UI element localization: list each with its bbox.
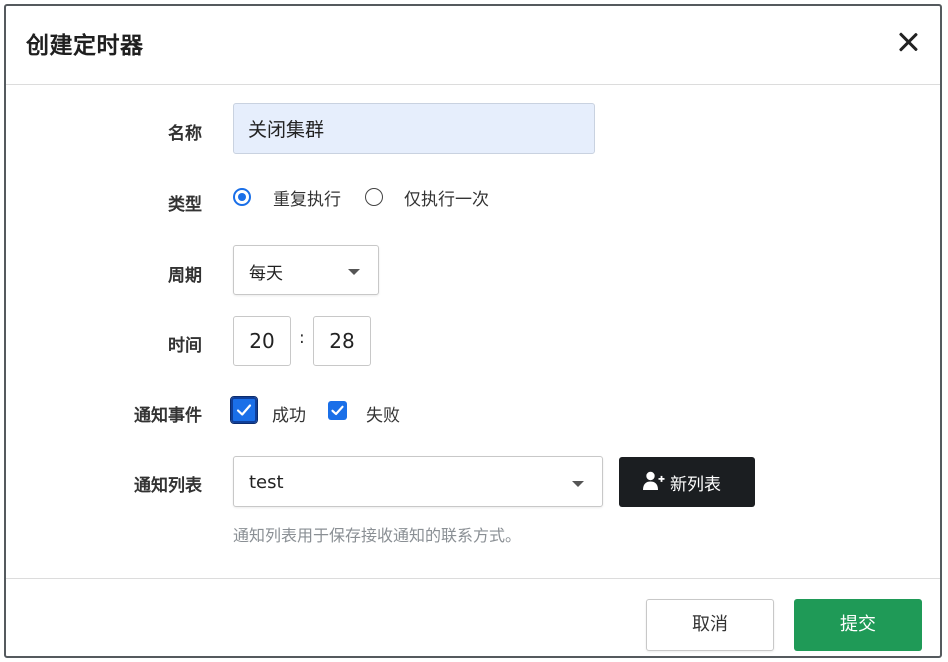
hour-input[interactable]: 20 [233, 316, 291, 366]
time-separator: : [299, 328, 305, 348]
create-timer-dialog: 创建定时器 名称 类型 重复执行 仅执行一次 周期 每天 时间 20 : 28 … [4, 4, 942, 658]
name-label: 名称 [168, 124, 202, 144]
period-label: 周期 [168, 266, 202, 286]
dialog-footer: 取消 提交 [6, 578, 940, 659]
caret-down-icon [348, 269, 360, 275]
name-input[interactable] [233, 103, 595, 154]
notify-list-hint: 通知列表用于保存接收通知的联系方式。 [233, 526, 522, 545]
dialog-title: 创建定时器 [26, 33, 144, 59]
add-user-icon [643, 471, 665, 495]
checkbox-failure-label[interactable]: 失败 [366, 401, 400, 426]
radio-once-label[interactable]: 仅执行一次 [404, 185, 489, 210]
caret-down-icon [572, 481, 584, 487]
radio-once[interactable] [365, 188, 383, 206]
period-select[interactable]: 每天 [233, 245, 379, 295]
new-list-button[interactable]: 新列表 [619, 457, 755, 507]
notify-list-label: 通知列表 [134, 476, 202, 496]
period-select-value: 每天 [249, 264, 283, 284]
new-list-button-label: 新列表 [670, 475, 721, 495]
notify-list-value: test [249, 472, 284, 493]
checkbox-failure[interactable] [328, 401, 347, 420]
dialog-header: 创建定时器 [6, 6, 940, 85]
time-label: 时间 [168, 336, 202, 356]
close-icon[interactable] [894, 28, 922, 56]
cancel-button[interactable]: 取消 [646, 599, 774, 651]
radio-repeat[interactable] [233, 188, 251, 206]
checkbox-success[interactable] [230, 396, 258, 424]
checkbox-success-label[interactable]: 成功 [272, 401, 306, 426]
radio-repeat-label[interactable]: 重复执行 [273, 185, 341, 210]
notify-list-select[interactable]: test [233, 456, 603, 507]
submit-button[interactable]: 提交 [794, 599, 922, 651]
minute-input[interactable]: 28 [313, 316, 371, 366]
events-label: 通知事件 [134, 406, 202, 426]
type-label: 类型 [168, 195, 202, 215]
